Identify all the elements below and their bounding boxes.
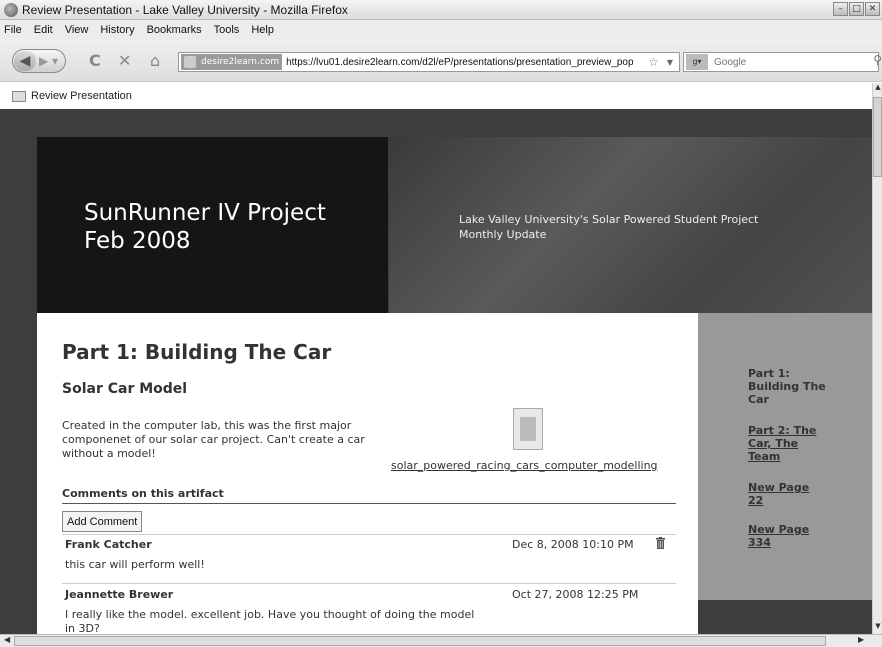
sidebar-item-label: Part 1:	[748, 367, 790, 380]
site-identity-badge[interactable]: desire2learn.com	[181, 54, 283, 70]
search-input[interactable]	[714, 56, 854, 68]
navigation-toolbar: ◀ ▶ ▾ C ✕ ⌂ desire2learn.com https://lvu…	[0, 40, 882, 82]
search-engine-icon[interactable]: g▾	[686, 54, 708, 70]
maximize-button[interactable]: □	[849, 2, 864, 16]
presentation-subtitle: Lake Valley University's Solar Powered S…	[459, 212, 799, 242]
page-content: SunRunner IV Project Feb 2008 Lake Valle…	[0, 109, 872, 634]
scroll-up-arrow-icon[interactable]: ▲	[873, 83, 882, 95]
search-box[interactable]: g▾ ⚲	[683, 52, 882, 72]
vertical-scrollbar[interactable]: ▲ ▼	[872, 83, 882, 634]
presentation-sidebar: Part 1: Building The Car Part 2: The Car…	[698, 313, 872, 600]
menu-edit[interactable]: Edit	[34, 24, 53, 36]
menu-help[interactable]: Help	[251, 24, 274, 36]
url-dropdown-icon[interactable]: ▼	[667, 58, 673, 67]
horizontal-scroll-thumb[interactable]	[14, 636, 826, 646]
presentation-title-line1: SunRunner IV Project	[84, 200, 326, 226]
bookmark-star-icon[interactable]: ☆	[648, 55, 659, 69]
horizontal-scrollbar[interactable]: ◀ ▶	[0, 634, 882, 647]
sidebar-item-label: Team	[748, 450, 781, 463]
reload-icon[interactable]: C	[89, 52, 101, 70]
sidebar-item-new-page-334[interactable]: New Page 334	[748, 523, 809, 549]
add-comment-button[interactable]: Add Comment	[62, 511, 143, 532]
comment-author: Jeannette Brewer	[65, 588, 174, 601]
comment-author: Frank Catcher	[65, 538, 152, 551]
menu-file[interactable]: File	[4, 24, 22, 36]
artifact-description: Created in the computer lab, this was th…	[62, 419, 365, 460]
vertical-scroll-thumb[interactable]	[873, 97, 882, 177]
sidebar-item-label: Building The	[748, 380, 826, 393]
menu-tools[interactable]: Tools	[214, 24, 240, 36]
back-arrow-icon[interactable]: ◀	[14, 51, 36, 71]
comments-heading: Comments on this artifact	[62, 487, 676, 504]
scroll-down-arrow-icon[interactable]: ▼	[873, 622, 882, 634]
sidebar-item-label: New Page	[748, 523, 810, 536]
sidebar-footer	[698, 600, 872, 634]
sidebar-item-label: Car, The	[748, 437, 799, 450]
sidebar-item-label: Car	[748, 393, 769, 406]
page-heading: Part 1: Building The Car	[62, 340, 332, 364]
comment-text: this car will perform well!	[65, 558, 205, 571]
address-bar[interactable]: desire2learn.com https://lvu01.desire2le…	[178, 52, 680, 72]
comment-text: I really like the model. excellent job. …	[65, 608, 474, 634]
close-button[interactable]: ✕	[865, 2, 880, 16]
stop-icon[interactable]: ✕	[118, 52, 131, 70]
url-text[interactable]: https://lvu01.desire2learn.com/d2l/eP/pr…	[286, 57, 646, 68]
scroll-left-arrow-icon[interactable]: ◀	[4, 635, 10, 644]
subtitle-line1: Lake Valley University's Solar Powered S…	[459, 213, 759, 226]
sidebar-item-label: New Page	[748, 481, 810, 494]
delete-trash-icon[interactable]	[656, 537, 665, 549]
tab-label: Review Presentation	[31, 90, 132, 102]
home-icon[interactable]: ⌂	[150, 52, 160, 70]
sidebar-item-new-page-22[interactable]: New Page 22	[748, 481, 809, 507]
artifact-thumbnail[interactable]	[513, 408, 543, 450]
sidebar-item-label: 22	[748, 494, 764, 507]
menu-bar: File Edit View History Bookmarks Tools H…	[0, 20, 882, 40]
page-tab[interactable]: Review Presentation	[0, 83, 872, 109]
comment-date: Dec 8, 2008 10:10 PM	[512, 538, 634, 551]
comment-separator	[62, 534, 676, 535]
firefox-icon	[4, 2, 18, 17]
back-forward-group: ◀ ▶ ▾	[12, 49, 66, 73]
presentation-icon	[12, 90, 26, 102]
minimize-button[interactable]: –	[833, 2, 848, 16]
subtitle-line2: Monthly Update	[459, 228, 547, 241]
sidebar-item-label: 334	[748, 536, 771, 549]
window-title-bar: Review Presentation - Lake Valley Univer…	[0, 0, 882, 20]
presentation-title: SunRunner IV Project Feb 2008	[84, 199, 326, 255]
comment-text-line2: in 3D?	[65, 622, 100, 634]
comment-text-line1: I really like the model. excellent job. …	[65, 608, 475, 621]
presentation-title-line2: Feb 2008	[84, 228, 191, 254]
sidebar-item-label: Part 2: The	[748, 424, 817, 437]
menu-view[interactable]: View	[65, 24, 89, 36]
menu-history[interactable]: History	[100, 24, 134, 36]
main-panel: Part 1: Building The Car Solar Car Model…	[37, 313, 698, 634]
sidebar-item-part2[interactable]: Part 2: The Car, The Team	[748, 424, 816, 463]
sidebar-item-part1[interactable]: Part 1: Building The Car	[748, 367, 826, 406]
artifact-title: Solar Car Model	[62, 381, 188, 397]
window-controls: – □ ✕	[833, 2, 880, 16]
window-title: Review Presentation - Lake Valley Univer…	[22, 2, 348, 17]
comment-separator	[62, 583, 676, 584]
menu-bookmarks[interactable]: Bookmarks	[147, 24, 202, 36]
scroll-right-arrow-icon[interactable]: ▶	[858, 635, 864, 644]
comment-date: Oct 27, 2008 12:25 PM	[512, 588, 639, 601]
search-icon[interactable]: ⚲	[873, 53, 882, 67]
artifact-link[interactable]: solar_powered_racing_cars_computer_model…	[391, 459, 658, 472]
forward-arrow-icon[interactable]: ▶ ▾	[39, 52, 58, 70]
